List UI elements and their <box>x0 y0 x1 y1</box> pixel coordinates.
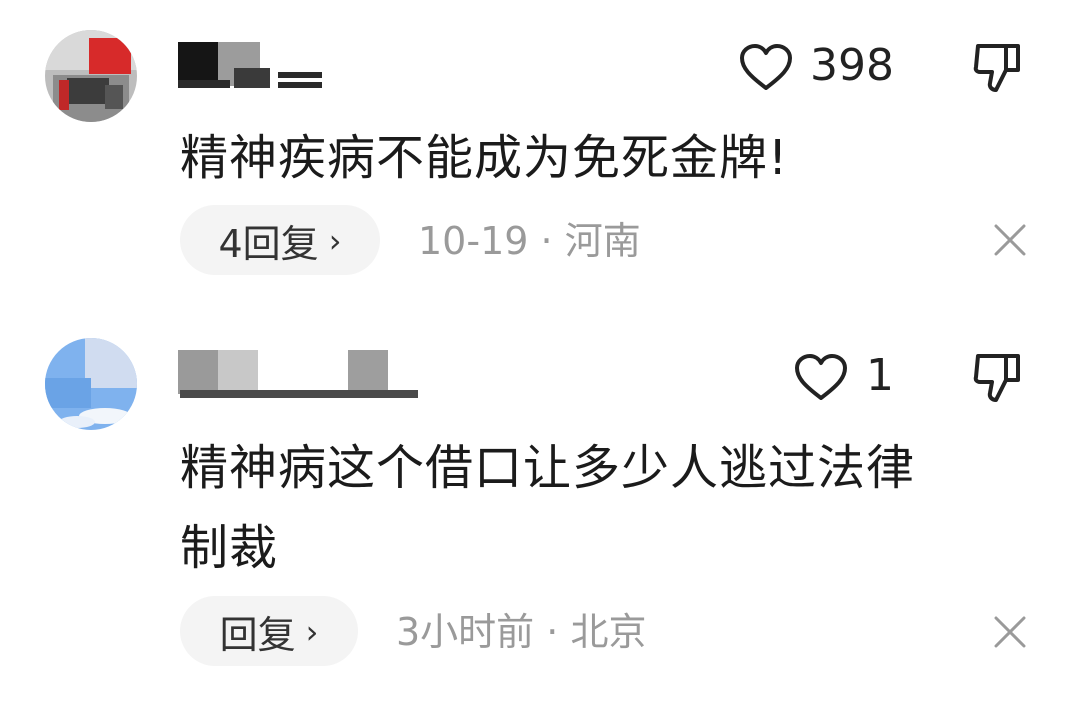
reply-label: 回复 <box>219 612 296 657</box>
comment-location: 河南 <box>564 219 641 263</box>
thumbs-down-icon[interactable] <box>972 350 1024 410</box>
meta-separator: · <box>546 610 559 654</box>
comment-text-line: 制裁 <box>180 520 279 576</box>
thumbs-down-icon[interactable] <box>972 40 1024 100</box>
like-count: 398 <box>810 40 894 91</box>
comment-meta: 3小时前 · 北京 <box>396 613 646 651</box>
avatar[interactable] <box>45 338 137 430</box>
comment-date: 3小时前 <box>396 610 535 654</box>
close-icon[interactable] <box>992 222 1028 262</box>
comment-text: 精神疾病不能成为免死金牌! <box>180 130 789 186</box>
comment-item: 398 精神疾病不能成为免死金牌! 4回复 › 10-19 · 河南 <box>0 0 1075 300</box>
reply-button[interactable]: 4回复 › <box>180 205 380 275</box>
comment-item: 1 精神病这个借口让多少人逃过法律 制裁 回复 › 3小时前 · 北京 <box>0 320 1075 701</box>
avatar-image <box>45 30 137 122</box>
reply-button[interactable]: 回复 › <box>180 596 358 666</box>
comment-meta: 10-19 · 河南 <box>418 222 641 260</box>
reply-label: 4回复 <box>218 221 319 266</box>
username[interactable] <box>178 350 428 400</box>
like-count: 1 <box>866 350 894 401</box>
close-icon[interactable] <box>992 614 1028 654</box>
comment-text: 精神病这个借口让多少人逃过法律 制裁 <box>180 428 915 588</box>
heart-outline-icon[interactable] <box>793 352 849 406</box>
avatar-image <box>45 338 137 430</box>
chevron-right-icon: › <box>328 222 342 260</box>
comment-date: 10-19 <box>418 219 529 263</box>
heart-outline-icon[interactable] <box>738 42 794 96</box>
avatar[interactable] <box>45 30 137 122</box>
comment-text-line: 精神病这个借口让多少人逃过法律 <box>180 440 916 496</box>
username[interactable] <box>178 42 328 92</box>
chevron-right-icon: › <box>305 613 319 651</box>
comment-location: 北京 <box>570 610 647 654</box>
meta-separator: · <box>540 219 553 263</box>
